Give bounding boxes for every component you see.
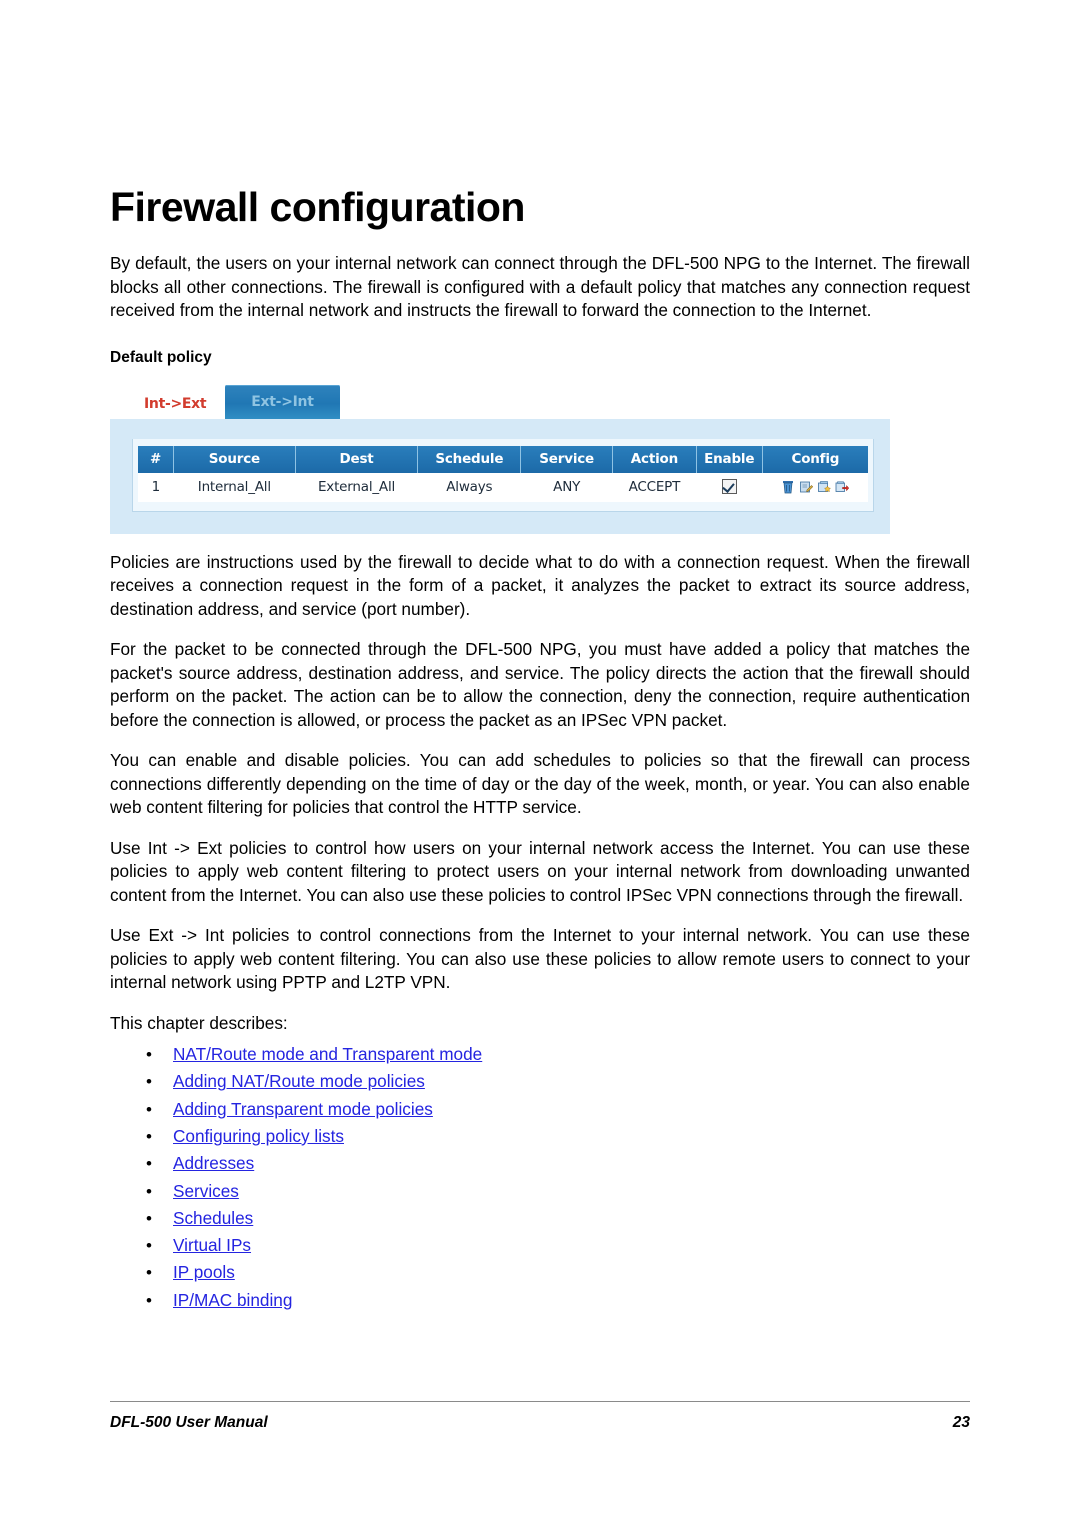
link-ip-pools[interactable]: IP pools [173,1262,235,1282]
delete-icon[interactable] [781,480,795,494]
link-adding-nat-route-mode-policies[interactable]: Adding NAT/Route mode policies [173,1071,425,1091]
footer-row: DFL-500 User Manual 23 [110,1402,970,1432]
cell-source: Internal_All [173,472,296,502]
tab-ext-to-int[interactable]: Ext->Int [225,384,340,419]
bullet-glyph: • [146,1045,152,1065]
list-item: • Configuring policy lists [110,1123,970,1150]
cell-action: ACCEPT [612,472,697,502]
clone-icon[interactable] [817,480,832,494]
policy-tab-bar: Int->Ext Ext->Int [110,379,890,419]
figure-caption: Default policy [110,348,212,366]
cell-config [762,472,868,502]
list-item: • Adding Transparent mode policies [110,1096,970,1123]
policy-table-wrapper: # Source Dest Schedule Service Action En… [132,438,874,512]
insert-icon[interactable] [835,480,850,494]
bullet-glyph: • [146,1290,152,1310]
edit-icon[interactable] [799,480,814,494]
list-item: • NAT/Route mode and Transparent mode [110,1041,970,1068]
paragraph-enable-disable: You can enable and disable policies. You… [110,750,970,818]
paragraph-chapter-lead: This chapter describes: [110,1012,288,1033]
list-item: • Services [110,1178,970,1205]
link-adding-transparent-mode-policies[interactable]: Adding Transparent mode policies [173,1099,433,1119]
link-addresses[interactable]: Addresses [173,1153,254,1173]
list-item: • Addresses [110,1150,970,1177]
list-item: • Schedules [110,1205,970,1232]
paragraph-packet-connection: For the packet to be connected through t… [110,639,970,730]
list-item: • Adding NAT/Route mode policies [110,1068,970,1095]
cell-enable [696,472,763,502]
paragraph-int-to-ext: Use Int -> Ext policies to control how u… [110,837,970,905]
bullet-glyph: • [146,1208,152,1228]
bullet-glyph: • [146,1126,152,1146]
link-schedules[interactable]: Schedules [173,1208,253,1228]
tab-ext-to-int-label: Ext->Int [251,393,314,410]
column-header-service[interactable]: Service [520,445,614,473]
column-header-config[interactable]: Config [762,445,868,473]
table-row[interactable]: 1 Internal_All External_All Always ANY A… [138,472,868,502]
bullet-glyph: • [146,1263,152,1283]
config-icon-group [766,480,864,494]
tab-int-to-ext[interactable]: Int->Ext [132,388,219,419]
bullet-glyph: • [146,1181,152,1201]
list-item: • IP pools [110,1259,970,1286]
bullet-glyph: • [146,1072,152,1092]
policy-panel: # Source Dest Schedule Service Action En… [110,418,890,534]
paragraph-ext-to-int: Use Ext -> Int policies to control conne… [110,925,970,993]
link-nat-route-transparent-mode[interactable]: NAT/Route mode and Transparent mode [173,1044,482,1064]
cell-schedule: Always [417,472,521,502]
column-header-number[interactable]: # [138,445,175,473]
bullet-glyph: • [146,1236,152,1256]
footer-manual-title: DFL-500 User Manual [110,1414,268,1431]
bullet-glyph: • [146,1099,152,1119]
page-title: Firewall configuration [110,184,525,230]
cell-dest: External_All [295,472,418,502]
link-ip-mac-binding[interactable]: IP/MAC binding [173,1290,292,1310]
link-configuring-policy-lists[interactable]: Configuring policy lists [173,1126,344,1146]
list-item: • Virtual IPs [110,1232,970,1259]
column-header-schedule[interactable]: Schedule [417,445,522,473]
bullet-glyph: • [146,1154,152,1174]
link-virtual-ips[interactable]: Virtual IPs [173,1235,251,1255]
paragraph-policies-instructions: Policies are instructions used by the fi… [110,551,970,619]
enable-checkbox[interactable] [721,479,737,495]
chapter-link-list: • NAT/Route mode and Transparent mode • … [110,1035,970,1314]
footer-page-number: 23 [952,1414,970,1431]
column-header-enable[interactable]: Enable [696,445,763,473]
paragraph-intro: By default, the users on your internal n… [110,253,970,321]
column-header-dest[interactable]: Dest [295,445,419,473]
page-footer: DFL-500 User Manual 23 [110,1401,970,1432]
policy-table-header-row: # Source Dest Schedule Service Action En… [138,445,868,473]
policy-table: # Source Dest Schedule Service Action En… [138,445,868,502]
link-services[interactable]: Services [173,1181,239,1201]
column-header-action[interactable]: Action [612,445,697,473]
cell-service: ANY [520,472,613,502]
default-policy-figure: Int->Ext Ext->Int # Source Dest Schedule… [110,379,890,534]
tab-int-to-ext-label: Int->Ext [144,395,207,412]
document-page: Firewall configuration By default, the u… [0,0,1080,1528]
column-header-source[interactable]: Source [173,445,296,473]
cell-number: 1 [138,472,174,502]
list-item: • IP/MAC binding [110,1287,970,1314]
